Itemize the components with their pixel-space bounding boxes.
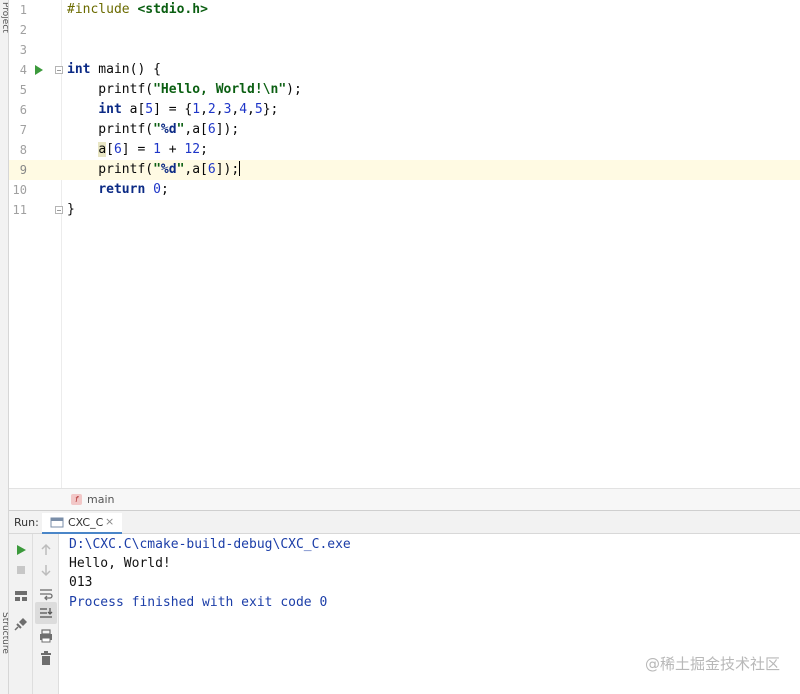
line-number[interactable]: 7 [9, 120, 27, 140]
run-config-tab[interactable]: CXC_C × [42, 513, 122, 534]
line-number[interactable]: 4 [9, 60, 27, 80]
console-line: Process finished with exit code 0 [69, 595, 328, 610]
pin-icon[interactable] [13, 616, 29, 632]
line-number[interactable]: 2 [9, 20, 27, 40]
code-text[interactable]: } [67, 200, 75, 220]
line-number[interactable]: 8 [9, 140, 27, 160]
code-line[interactable]: 5 printf("Hello, World!\n"); [9, 80, 800, 100]
breadcrumb-function-main[interactable]: main [87, 493, 114, 506]
layout-icon[interactable] [13, 588, 29, 604]
line-number[interactable]: 3 [9, 40, 27, 60]
close-icon[interactable]: × [105, 515, 114, 528]
code-line[interactable]: 11} [9, 200, 800, 220]
scroll-to-end-toggle[interactable] [35, 602, 57, 624]
project-tool-label[interactable]: Project [0, 2, 8, 33]
fold-marker-icon[interactable] [55, 66, 63, 74]
code-text[interactable]: a[6] = 1 + 12; [67, 140, 208, 160]
scroll-to-end-icon [40, 608, 53, 618]
code-line[interactable]: 1 #include <stdio.h> [9, 0, 800, 20]
code-text[interactable]: printf("%d",a[6]); [67, 160, 241, 180]
run-toolbar-primary [9, 534, 33, 694]
fold-marker-icon[interactable] [55, 206, 63, 214]
line-number[interactable]: 1 [9, 0, 27, 20]
line-number[interactable]: 11 [9, 200, 27, 220]
code-text[interactable]: #include <stdio.h> [67, 0, 208, 20]
code-line[interactable]: 3 [9, 40, 800, 60]
line-number[interactable]: 9 [9, 160, 27, 180]
run-icon[interactable] [13, 542, 29, 558]
code-editor[interactable]: 1 #include <stdio.h> 2 3 4 int main() {5 prin… [9, 0, 800, 488]
code-text[interactable]: return 0; [67, 180, 168, 200]
console-line: 013 [69, 575, 93, 590]
trash-icon[interactable] [38, 650, 54, 666]
run-toolbar-secondary [33, 534, 59, 694]
code-line[interactable]: 7 printf("%d",a[6]); [9, 120, 800, 140]
run-header: Run: CXC_C × [9, 511, 800, 534]
soft-wrap-icon[interactable] [38, 586, 54, 602]
code-line[interactable]: 4 int main() { [9, 60, 800, 80]
watermark: @稀土掘金技术社区 [644, 655, 780, 673]
code-text[interactable]: printf("Hello, World!\n"); [67, 80, 302, 100]
breadcrumb: f main [9, 488, 800, 510]
run-tab-label: CXC_C [68, 516, 104, 529]
line-number[interactable]: 5 [9, 80, 27, 100]
code-line[interactable]: 8 a[6] = 1 + 12; [9, 140, 800, 160]
down-arrow-icon[interactable] [38, 562, 54, 578]
print-icon[interactable] [38, 628, 54, 644]
code-line[interactable]: 10 return 0; [9, 180, 800, 200]
code-text[interactable]: printf("%d",a[6]); [67, 120, 239, 140]
code-text[interactable]: int a[5] = {1,2,3,4,5}; [67, 100, 278, 120]
console-line: D:\CXC.C\cmake-build-debug\CXC_C.exe [69, 537, 351, 552]
code-line[interactable]: 2 [9, 20, 800, 40]
up-arrow-icon[interactable] [38, 542, 54, 558]
code-line[interactable]: 6 int a[5] = {1,2,3,4,5}; [9, 100, 800, 120]
console-line: Hello, World! [69, 556, 171, 571]
run-title: Run: [14, 516, 39, 529]
line-number[interactable]: 6 [9, 100, 27, 120]
stop-icon[interactable] [13, 562, 29, 578]
code-line[interactable]: 9 printf("%d",a[6]); [9, 160, 800, 180]
line-number[interactable]: 10 [9, 180, 27, 200]
cmake-app-icon [50, 517, 64, 528]
function-icon: f [71, 494, 82, 505]
code-text[interactable]: int main() { [67, 60, 161, 80]
gutter-run-icon[interactable] [35, 65, 43, 75]
tool-window-strip: Project Structure [0, 0, 9, 694]
structure-tool-label[interactable]: Structure [0, 612, 8, 654]
